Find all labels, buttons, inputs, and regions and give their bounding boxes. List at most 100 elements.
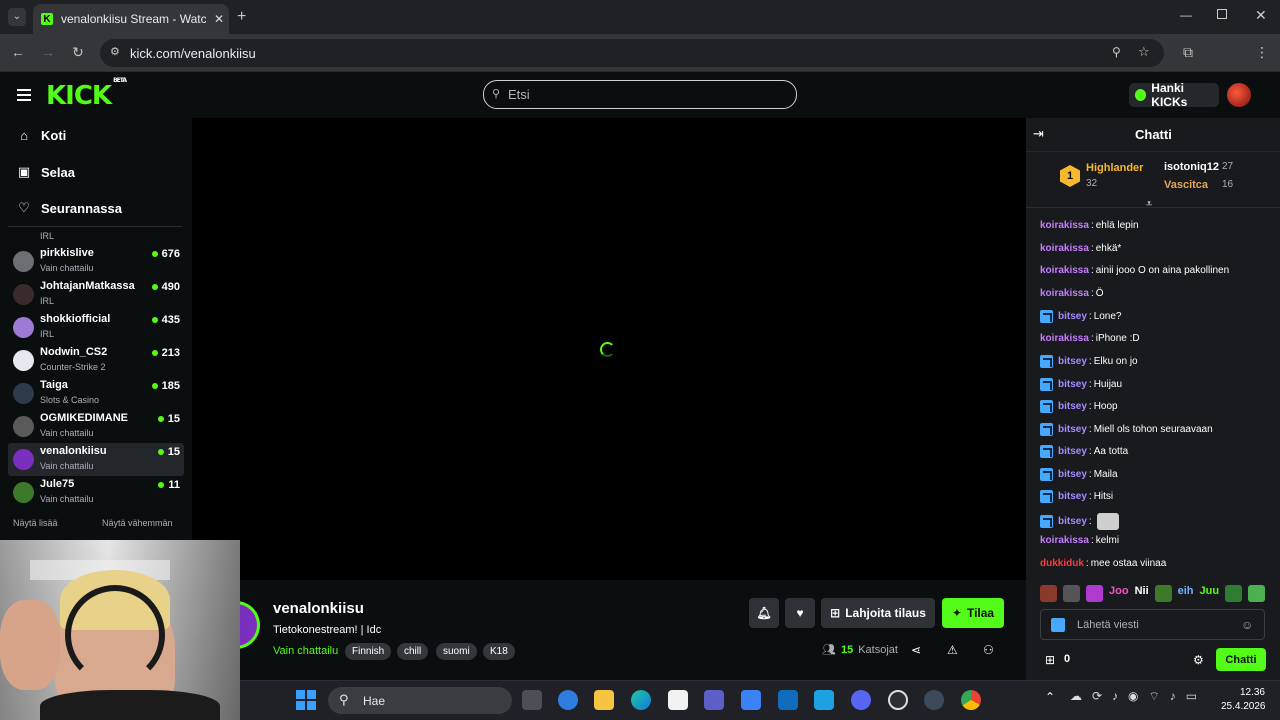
chat-username[interactable]: bitsey <box>1058 446 1087 457</box>
leaderboard-second-name[interactable]: isotoniq12 <box>1164 161 1219 173</box>
chat-username[interactable]: koirakissa <box>1040 333 1089 344</box>
edge-browser-icon[interactable] <box>631 690 651 710</box>
app-icon[interactable] <box>924 690 944 710</box>
chat-username[interactable]: bitsey <box>1058 516 1087 527</box>
sidebar-channel-item[interactable]: venalonkiisu Vain chattailu 15 <box>8 443 184 476</box>
tag-chip[interactable]: K18 <box>483 643 515 660</box>
tag-chip[interactable]: chill <box>397 643 429 660</box>
tab-list-button[interactable]: ⌄ <box>8 8 26 26</box>
chat-username[interactable]: bitsey <box>1058 356 1087 367</box>
gift-subscription-button[interactable]: ⊞ Lahjoita tilaus <box>821 598 935 628</box>
leaderboard-collapse-icon[interactable]: ⩡ <box>1146 198 1152 211</box>
show-less-link[interactable]: Näytä vähemmän <box>102 518 173 528</box>
points-gift-icon[interactable]: ⊞ <box>1045 653 1055 667</box>
emote-text[interactable]: eih <box>1178 585 1194 602</box>
windows-start-icon[interactable] <box>296 690 316 710</box>
leaderboard-first-name[interactable]: Highlander <box>1086 162 1143 174</box>
kick-logo[interactable]: KICKBETA <box>46 77 127 111</box>
notepad-icon[interactable] <box>814 690 834 710</box>
new-tab-button[interactable]: + <box>237 8 246 26</box>
sidebar-channel-item[interactable]: Nodwin_CS2 Counter-Strike 2 213 <box>8 344 184 377</box>
streamer-name[interactable]: venalonkiisu <box>273 600 364 617</box>
file-explorer-icon[interactable] <box>594 690 614 710</box>
sidebar-channel-item[interactable]: Jule75 Vain chattailu 11 <box>8 476 184 509</box>
share-icon[interactable]: ⋖ <box>911 643 921 657</box>
chat-username[interactable]: bitsey <box>1058 401 1087 412</box>
get-kicks-button[interactable]: Hanki KICKs <box>1129 81 1219 109</box>
user-action-icon[interactable]: ⚇ <box>983 643 994 657</box>
close-window-button[interactable]: ✕ <box>1255 7 1267 24</box>
maximize-button[interactable] <box>1217 9 1227 19</box>
sidebar-channel-item[interactable]: JohtajanMatkassa IRL 490 <box>8 278 184 311</box>
app-icon[interactable] <box>558 690 578 710</box>
leaderboard-third-name[interactable]: Vascitca <box>1164 179 1208 191</box>
report-warning-icon[interactable]: ⚠ <box>947 643 958 657</box>
sidebar-channel-item[interactable]: pirkkislive Vain chattailu 676 <box>8 245 184 278</box>
outlook-icon[interactable] <box>778 690 798 710</box>
search-input[interactable]: ⚲ Etsi <box>483 80 797 109</box>
collapse-chat-icon[interactable]: ⇥ <box>1033 126 1044 142</box>
sidebar-channel-item[interactable]: shokkiofficial IRL 435 <box>8 311 184 344</box>
sidebar-item-home[interactable]: ⌂ Koti <box>17 128 66 143</box>
address-bar[interactable]: ⚙ kick.com/venalonkiisu ⚲ ☆ <box>100 39 1164 67</box>
chat-username[interactable]: koirakissa <box>1040 288 1089 299</box>
chrome-icon[interactable] <box>961 690 981 710</box>
tray-icons[interactable]: ☁⟳♪◉⌔♪▭ <box>1070 689 1207 704</box>
emote-text[interactable]: Juu <box>1200 585 1220 602</box>
chat-username[interactable]: bitsey <box>1058 379 1087 390</box>
taskbar-search[interactable]: ⚲ Hae <box>328 687 512 714</box>
chat-username[interactable]: koirakissa <box>1040 243 1089 254</box>
tab-close-icon[interactable]: ✕ <box>214 12 224 26</box>
notification-bell-button[interactable]: 🔔︎ <box>749 598 779 628</box>
tray-chevron-icon[interactable]: ⌃ <box>1045 690 1055 704</box>
subscribe-button[interactable]: ✦ Tilaa <box>942 598 1004 628</box>
chat-username[interactable]: bitsey <box>1058 424 1087 435</box>
task-view-icon[interactable] <box>522 690 542 710</box>
store-icon[interactable] <box>668 690 688 710</box>
chat-username[interactable]: bitsey <box>1058 311 1087 322</box>
reload-icon[interactable]: ↻ <box>68 44 88 61</box>
emote-icon[interactable] <box>1154 585 1172 602</box>
teams-icon[interactable] <box>704 690 724 710</box>
chat-username[interactable]: koirakissa <box>1040 265 1089 276</box>
sidebar-item-browse[interactable]: ▣ Selaa <box>17 164 75 180</box>
app-icon[interactable] <box>888 690 908 710</box>
extensions-icon[interactable]: ⧉ <box>1178 44 1198 61</box>
back-arrow-icon[interactable]: ← <box>8 44 28 60</box>
sidebar-channel-item[interactable]: OGMIKEDIMANE Vain chattailu 15 <box>8 410 184 443</box>
send-chat-button[interactable]: Chatti <box>1216 648 1266 671</box>
emote-icon[interactable] <box>1225 585 1243 602</box>
app-icon[interactable] <box>741 690 761 710</box>
forward-arrow-icon[interactable]: → <box>38 44 58 60</box>
taskbar-clock[interactable]: 12.36 25.4.2026 <box>1221 686 1266 714</box>
emote-text[interactable]: Nii <box>1135 585 1149 602</box>
emote-icon[interactable] <box>1248 585 1266 602</box>
emote-icon[interactable] <box>1086 585 1103 602</box>
sidebar-item-following[interactable]: ♡ Seurannassa <box>17 200 122 216</box>
tag-chip[interactable]: Finnish <box>345 643 392 660</box>
minimize-button[interactable]: — <box>1180 8 1192 22</box>
hamburger-menu-icon[interactable] <box>17 89 31 101</box>
chat-username[interactable]: koirakissa <box>1040 220 1089 231</box>
follow-heart-button[interactable]: ♥ <box>785 598 815 628</box>
menu-dots-icon[interactable]: ⋮ <box>1252 44 1272 61</box>
chat-settings-gear-icon[interactable]: ⚙ <box>1193 653 1204 667</box>
bookmark-star-icon[interactable]: ☆ <box>1138 44 1150 60</box>
tag-chip[interactable]: suomi <box>436 643 477 660</box>
stream-category-link[interactable]: Vain chattailu <box>273 645 338 657</box>
user-avatar[interactable] <box>1227 83 1251 107</box>
show-more-link[interactable]: Näytä lisää <box>13 518 58 528</box>
emote-icon[interactable] <box>1063 585 1080 602</box>
zoom-search-icon[interactable]: ⚲ <box>1112 45 1121 59</box>
discord-icon[interactable] <box>851 690 871 710</box>
chat-username[interactable]: dukkiduk <box>1040 558 1084 569</box>
emote-icon[interactable] <box>1040 585 1057 602</box>
browser-tab[interactable]: K venalonkiisu Stream - Watch Li ✕ <box>33 4 229 34</box>
chat-username[interactable]: bitsey <box>1058 491 1087 502</box>
chat-message-input[interactable]: Lähetä viesti ☺ <box>1040 609 1265 640</box>
chat-username[interactable]: koirakissa <box>1040 535 1089 546</box>
sidebar-channel-item[interactable]: Taiga Slots & Casino 185 <box>8 377 184 410</box>
site-info-icon[interactable]: ⚙ <box>110 45 120 58</box>
chat-username[interactable]: bitsey <box>1058 469 1087 480</box>
emoji-picker-icon[interactable]: ☺ <box>1241 618 1253 632</box>
